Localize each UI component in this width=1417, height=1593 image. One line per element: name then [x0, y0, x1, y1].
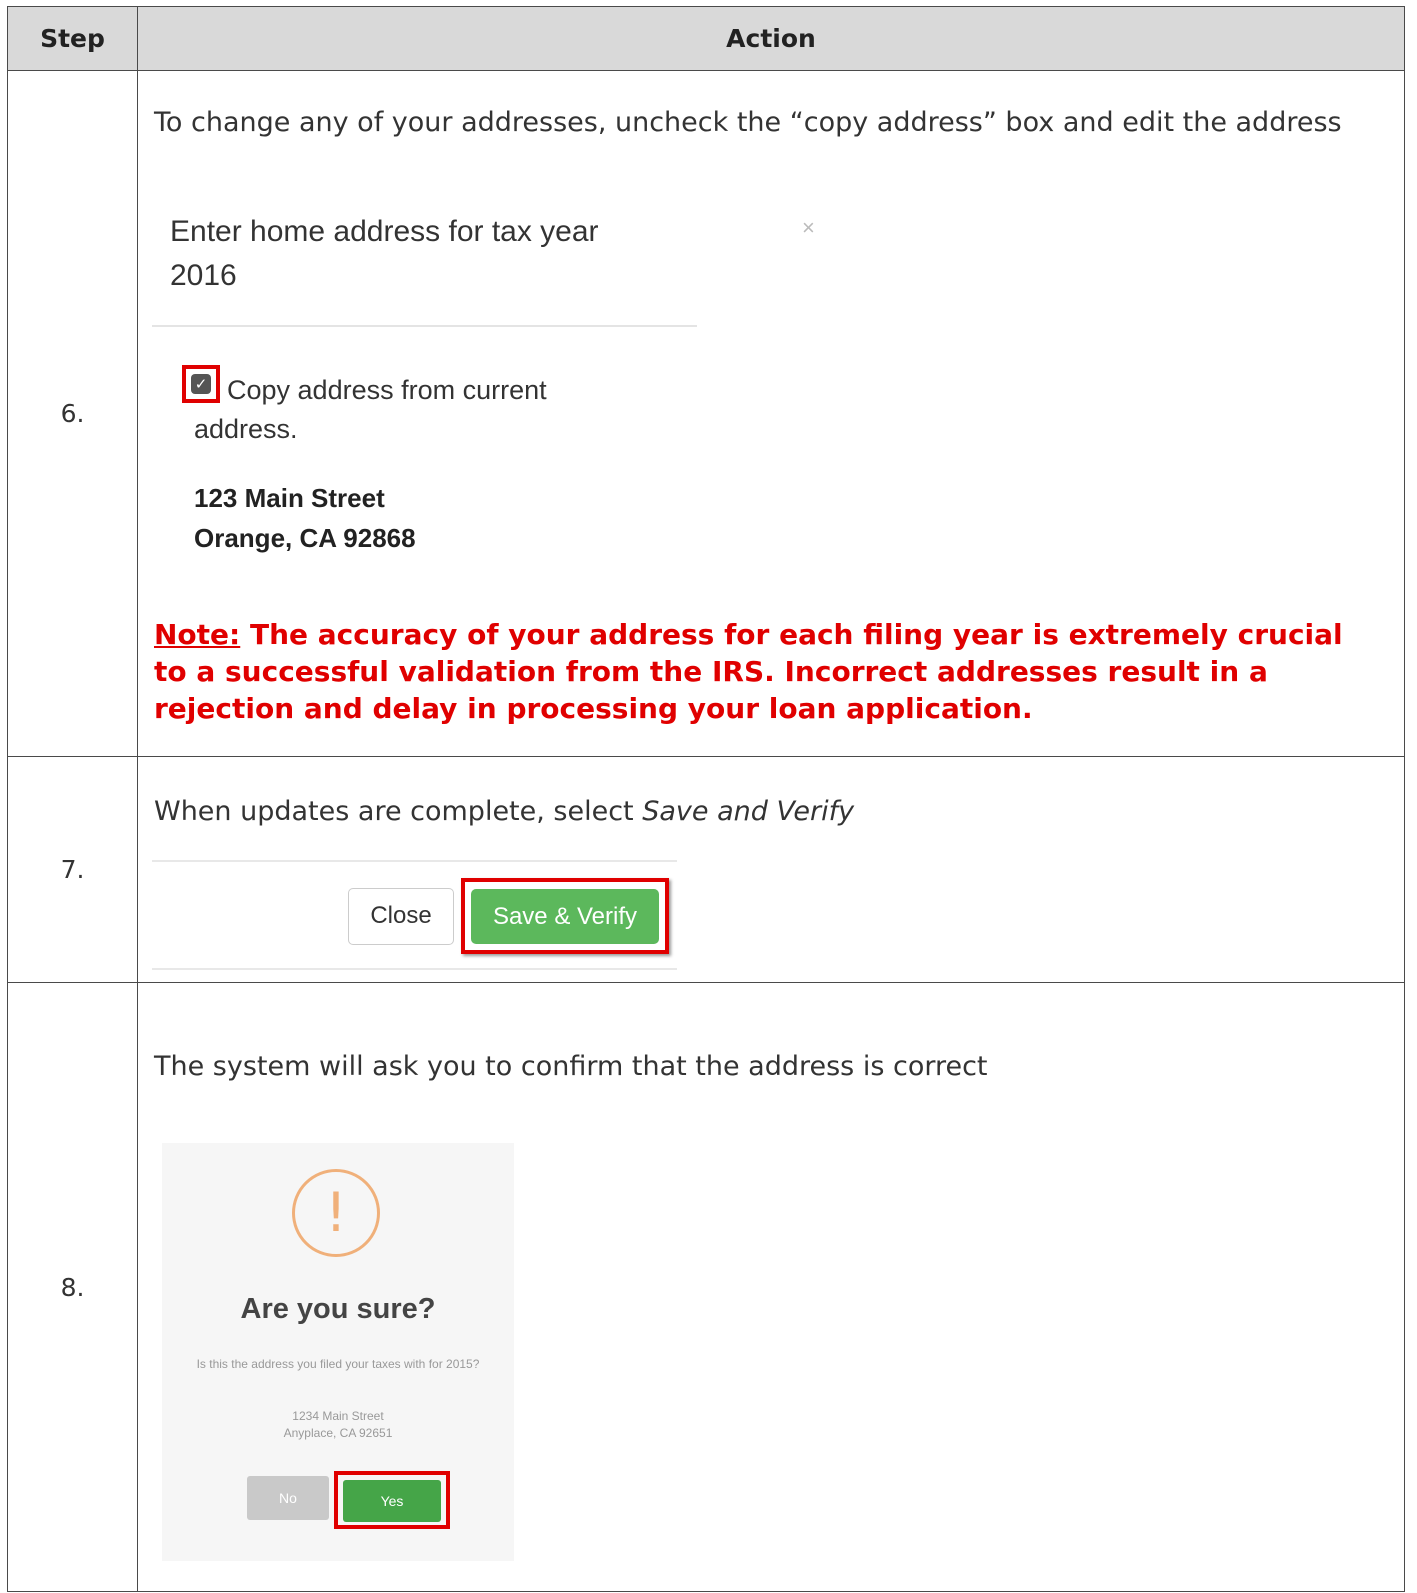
step7-instruction: When updates are complete, select Save a…: [154, 793, 1374, 830]
dialog-address: 1234 Main Street Anyplace, CA 92651: [162, 1408, 514, 1442]
step-column-header: Step: [7, 6, 138, 71]
checkbox-label-continued: address.: [194, 414, 298, 444]
modal-divider: [152, 325, 697, 327]
dialog-title: Are you sure?: [240, 1293, 436, 1325]
dialog-address-line: 1234 Main Street: [292, 1409, 384, 1423]
checkbox-label: Copy address from current: [227, 375, 547, 405]
address-line: 123 Main Street: [194, 483, 385, 513]
modal-title: Enter home address for tax year 2016: [170, 215, 599, 292]
footer-bottom-divider: [152, 968, 677, 970]
save-and-verify-button[interactable]: Save & Verify: [471, 889, 659, 944]
step-number: 6.: [7, 70, 138, 757]
note-text: The accuracy of your address for each fi…: [154, 618, 1343, 725]
dialog-message: Is this the address you filed your taxes…: [196, 1357, 480, 1371]
step6-instruction: To change any of your addresses, uncheck…: [154, 107, 1342, 138]
close-button[interactable]: Close: [348, 888, 454, 945]
confirm-dialog: ! Are you sure? Is this the address you …: [162, 1143, 514, 1561]
copy-address-checkbox[interactable]: ✓: [191, 374, 211, 394]
step-number: 8.: [7, 982, 138, 1592]
yes-button[interactable]: Yes: [343, 1480, 441, 1522]
warning-icon: !: [292, 1169, 380, 1257]
no-button[interactable]: No: [247, 1476, 329, 1520]
instruction-text: When updates are complete, select: [154, 796, 643, 827]
save-highlight: Save & Verify: [461, 878, 669, 954]
action-content: To change any of your addresses, uncheck…: [137, 0, 1405, 1593]
checkbox-highlight: ✓: [182, 365, 220, 403]
yes-highlight: Yes: [334, 1471, 450, 1529]
close-icon[interactable]: ×: [802, 215, 815, 241]
address-line: Orange, CA 92868: [194, 523, 416, 553]
instruction-emphasis: Save and Verify: [642, 796, 855, 827]
note-label: Note:: [154, 618, 241, 651]
footer-top-divider: [152, 860, 677, 862]
step-number: 7.: [7, 756, 138, 983]
step8-instruction: The system will ask you to confirm that …: [154, 1051, 988, 1082]
important-note: Note: The accuracy of your address for e…: [154, 616, 1384, 727]
address-block: 123 Main Street Orange, CA 92868: [194, 478, 416, 558]
dialog-address-line: Anyplace, CA 92651: [283, 1426, 393, 1440]
